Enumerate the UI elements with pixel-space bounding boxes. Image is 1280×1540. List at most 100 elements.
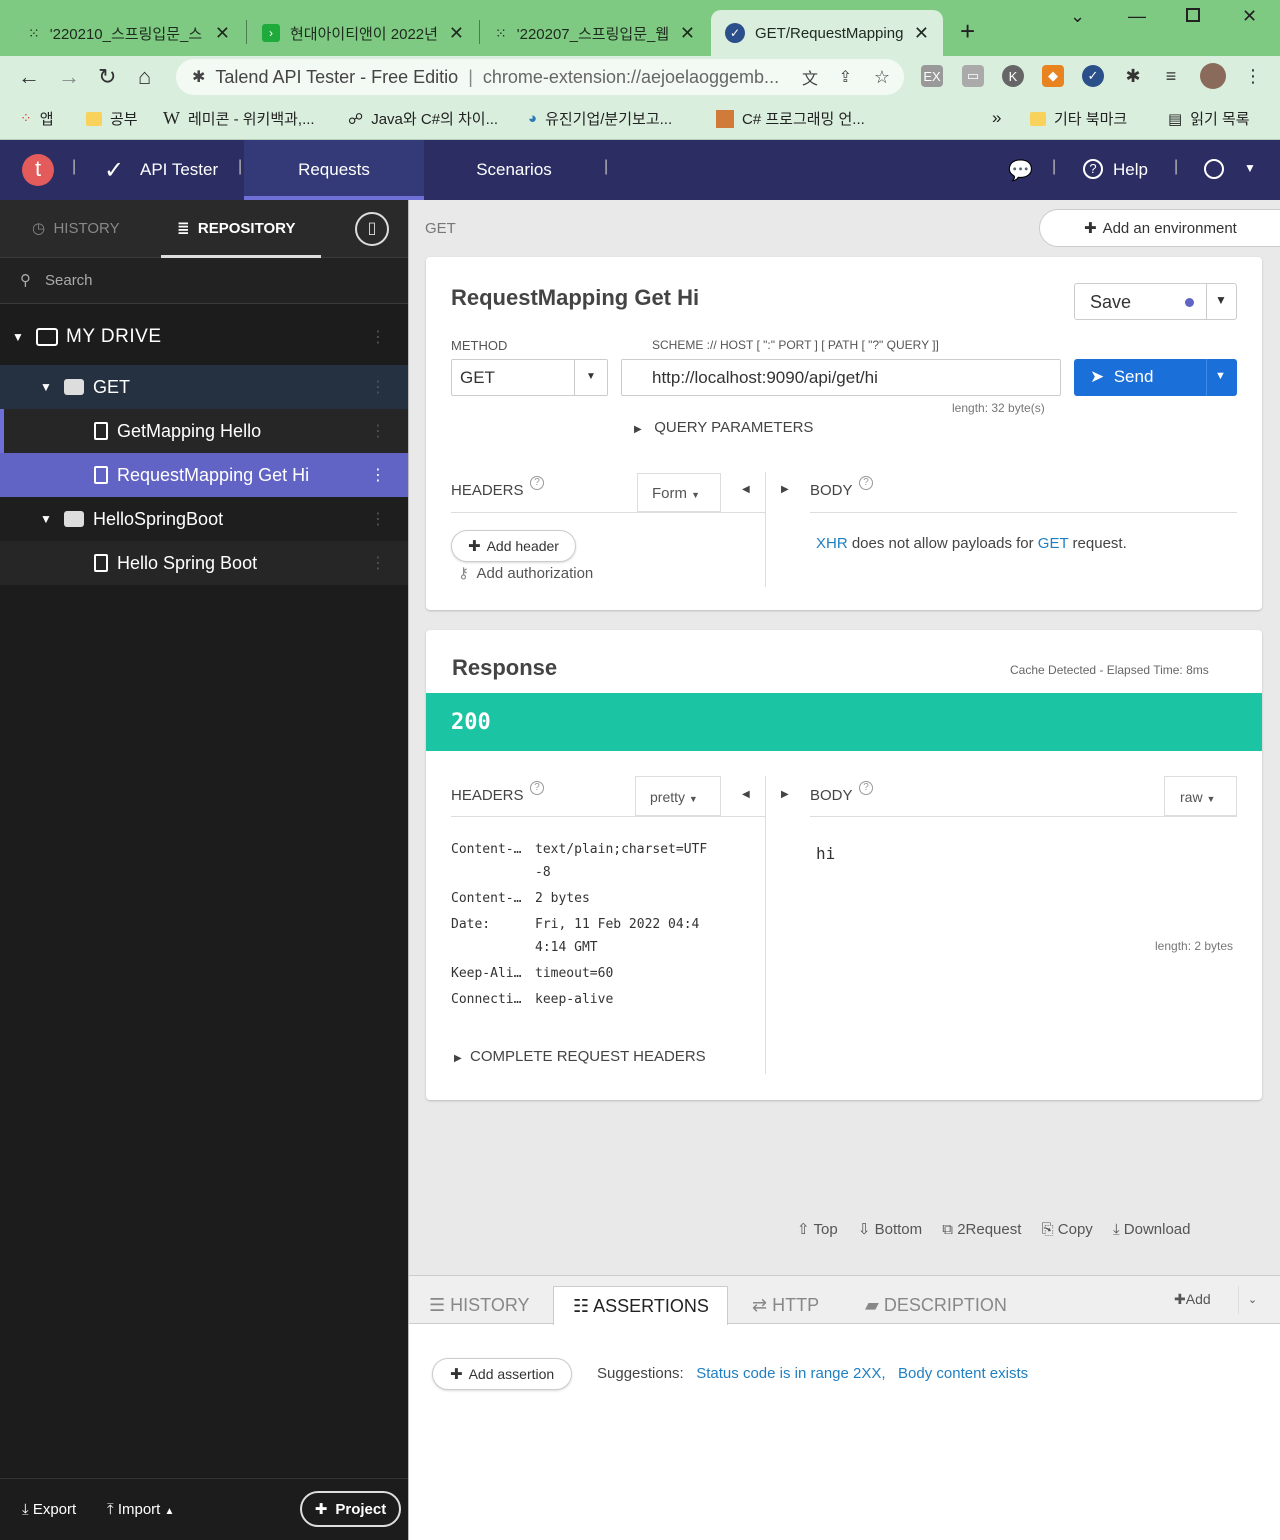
new-project-button[interactable]: ✚ Project	[300, 1491, 401, 1527]
tree-item-service-hellospringboot[interactable]: ▼ HelloSpringBoot ⋮	[0, 497, 408, 541]
bookmark-java[interactable]: ☍ Java와 C#의 차이...	[348, 108, 498, 129]
to-request-button[interactable]: ⧉ 2Request	[942, 1221, 1021, 1238]
browser-tab[interactable]: ⁙ '220207_스프링입문_웹 ✕	[481, 10, 709, 56]
app-title[interactable]: API Tester	[140, 160, 218, 180]
address-bar[interactable]: ✱ Talend API Tester - Free Editio | chro…	[176, 59, 904, 95]
bookmark-wiki[interactable]: W 레미콘 - 위키백과,...	[163, 108, 315, 129]
ex-extension-icon[interactable]: EX	[921, 65, 943, 87]
suggestion-status-code[interactable]: Status code is in range 2XX,	[696, 1365, 885, 1382]
info-icon[interactable]: ?	[530, 476, 544, 490]
translate-icon[interactable]: 文	[802, 65, 818, 89]
tree-item-service-get[interactable]: ▼ GET ⋮	[0, 365, 408, 409]
info-icon[interactable]: ?	[530, 781, 544, 795]
tree-item-request[interactable]: GetMapping Hello ⋮	[0, 409, 408, 453]
tab-assertions[interactable]: ☷ ASSERTIONS	[553, 1286, 728, 1325]
new-document-icon[interactable]: ▯	[355, 212, 389, 246]
browser-tab[interactable]: › 현대아이티앤이 2022년 ✕	[248, 10, 478, 56]
chevron-down-icon[interactable]: ▼	[1215, 293, 1227, 307]
chat-icon[interactable]: 💬	[1008, 158, 1033, 183]
help-link[interactable]: Help	[1113, 160, 1148, 180]
chevron-down-icon[interactable]: ▼	[1244, 161, 1256, 175]
tree-item-request[interactable]: Hello Spring Boot ⋮	[0, 541, 408, 585]
search-input[interactable]: Search	[45, 272, 93, 289]
expand-right-icon[interactable]: ▶	[781, 484, 789, 495]
send-button[interactable]: ➤ Send	[1090, 367, 1153, 387]
talend-extension-icon[interactable]: ✓	[1082, 65, 1104, 87]
headers-format-select[interactable]: pretty ▼	[635, 776, 721, 816]
tab-repository[interactable]: ≣ REPOSITORY	[161, 200, 321, 258]
import-button[interactable]: ⤒ Import ▲	[107, 1501, 174, 1518]
export-button[interactable]: ⤓ Export	[22, 1501, 76, 1518]
reading-list[interactable]: ▤ 읽기 목록	[1168, 108, 1250, 129]
tab-requests[interactable]: Requests	[244, 140, 424, 200]
collapse-left-icon[interactable]: ◀	[742, 484, 750, 495]
new-tab-button[interactable]: +	[960, 16, 975, 47]
tab-scenarios[interactable]: Scenarios	[424, 140, 604, 200]
close-icon[interactable]: ✕	[449, 23, 464, 44]
extensions-icon[interactable]: ✱	[1122, 65, 1144, 87]
request-name[interactable]: RequestMapping Get Hi	[451, 285, 699, 311]
tab-history-bottom[interactable]: ☰ HISTORY	[429, 1295, 530, 1316]
more-icon[interactable]: ⋮	[370, 465, 386, 485]
add-header-button[interactable]: ✚ Add header	[451, 530, 576, 562]
more-icon[interactable]: ⋮	[370, 421, 386, 441]
share-icon[interactable]: ⇪	[839, 67, 852, 87]
method-select[interactable]: GET ▼	[451, 359, 608, 396]
metamask-icon[interactable]: ◆	[1042, 65, 1064, 87]
star-icon[interactable]: ☆	[874, 67, 890, 88]
query-parameters-toggle[interactable]: ▶ QUERY PARAMETERS	[634, 419, 813, 436]
close-icon[interactable]: ✕	[680, 23, 695, 44]
reload-icon[interactable]: ↻	[98, 64, 116, 90]
bookmark-apps[interactable]: ⁘ 앱	[20, 108, 54, 129]
menu-icon[interactable]: ⋮	[1242, 65, 1264, 87]
bottom-button[interactable]: ⇩ Bottom	[858, 1221, 922, 1238]
user-icon[interactable]	[1204, 159, 1224, 179]
tab-http[interactable]: ⇄ HTTP	[752, 1295, 819, 1316]
sidebar-search[interactable]: ⚲ Search	[0, 258, 408, 304]
tab-description[interactable]: ▰ DESCRIPTION	[865, 1295, 1007, 1316]
top-button[interactable]: ⇧ Top	[797, 1221, 838, 1238]
complete-request-headers-toggle[interactable]: ▶ COMPLETE REQUEST HEADERS	[454, 1048, 706, 1065]
copy-button[interactable]: ⎘ Copy	[1042, 1221, 1093, 1238]
info-icon[interactable]: ?	[859, 781, 873, 795]
maximize-icon[interactable]	[1186, 8, 1200, 22]
breadcrumb[interactable]: GET	[425, 220, 456, 237]
expand-right-icon[interactable]: ▶	[781, 789, 789, 800]
other-bookmarks[interactable]: 기타 북마크	[1030, 108, 1127, 129]
help-icon[interactable]: ?	[1083, 159, 1103, 179]
add-assertion-button[interactable]: ✚ Add assertion	[432, 1358, 573, 1390]
back-icon[interactable]: ←	[18, 64, 40, 90]
profile-avatar[interactable]	[1200, 63, 1226, 89]
collapse-left-icon[interactable]: ◀	[742, 789, 750, 800]
add-environment-button[interactable]: ✚ Add an environment	[1039, 209, 1280, 247]
close-icon[interactable]: ✕	[215, 23, 230, 44]
info-icon[interactable]: ?	[859, 476, 873, 490]
xhr-link[interactable]: XHR	[816, 535, 848, 552]
more-icon[interactable]: ⋮	[370, 553, 386, 573]
k-extension-icon[interactable]: K	[1002, 65, 1024, 87]
chevron-down-icon[interactable]: ⌄	[1238, 1286, 1266, 1314]
drive-root[interactable]: ▼ MY DRIVE ⋮	[0, 312, 408, 362]
bookmark-yujin[interactable]: ◕ 유진기업/분기보고...	[528, 108, 672, 129]
close-window-icon[interactable]: ✕	[1242, 6, 1257, 27]
bookmarks-more[interactable]: »	[992, 108, 1001, 128]
tree-item-request-selected[interactable]: RequestMapping Get Hi ⋮	[0, 453, 408, 497]
browser-tab[interactable]: ⁙ '220210_스프링입문_스 ✕	[14, 10, 244, 56]
download-button[interactable]: ⤓ Download	[1113, 1221, 1191, 1238]
url-input[interactable]: http://localhost:9090/api/get/hi	[621, 359, 1061, 396]
tab-history[interactable]: ◷ HISTORY	[32, 219, 120, 237]
browser-tab-active[interactable]: ✓ GET/RequestMapping ✕	[711, 10, 943, 56]
bookmark-csharp[interactable]: C# 프로그래밍 언...	[716, 108, 865, 129]
get-link[interactable]: GET	[1038, 535, 1069, 552]
home-icon[interactable]: ⌂	[138, 64, 151, 90]
body-format-select[interactable]: raw ▼	[1164, 776, 1237, 816]
headers-mode-select[interactable]: Form ▼	[637, 473, 721, 512]
more-icon[interactable]: ⋮	[370, 509, 386, 529]
minimize-icon[interactable]: —	[1128, 6, 1146, 27]
more-icon[interactable]: ⋮	[370, 377, 386, 397]
bookmark-study[interactable]: 공부	[86, 108, 138, 129]
add-tab-item-button[interactable]: ✚Add	[1174, 1291, 1211, 1308]
close-icon[interactable]: ✕	[914, 23, 929, 44]
save-button[interactable]: Save	[1090, 292, 1131, 313]
media-icon[interactable]: ≡	[1160, 65, 1182, 87]
